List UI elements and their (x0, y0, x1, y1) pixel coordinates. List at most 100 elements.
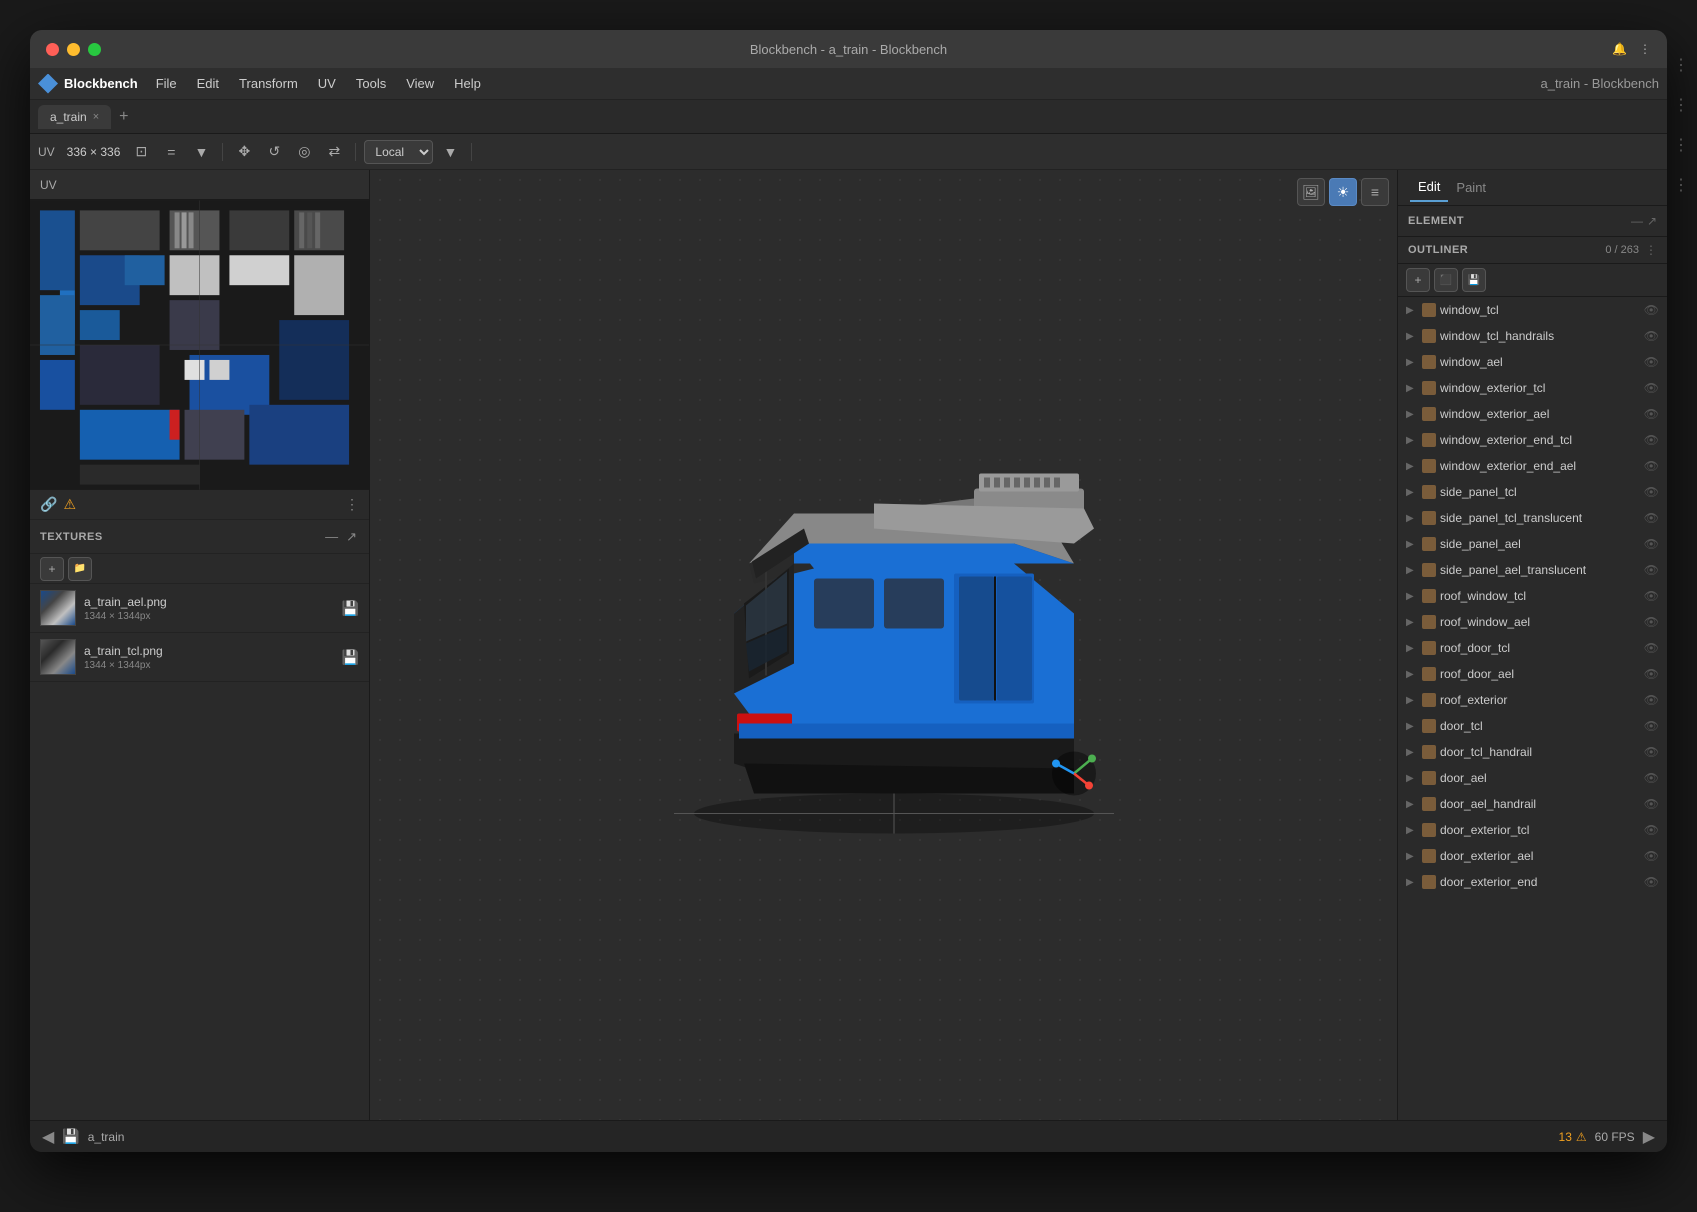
outliner-item-side-panel-ael[interactable]: ▶ side_panel_ael 👁 (1398, 531, 1667, 557)
eye-icon[interactable]: 👁 (1644, 641, 1659, 655)
menu-transform[interactable]: Transform (229, 72, 308, 95)
menu-file[interactable]: File (146, 72, 187, 95)
expand-icon[interactable]: ▶ (1406, 383, 1418, 394)
expand-icon[interactable]: ▶ (1406, 877, 1418, 888)
outliner-item-window-tcl-handrails[interactable]: ▶ window_tcl_handrails 👁 (1398, 323, 1667, 349)
save-outliner-btn[interactable]: 💾 (1462, 268, 1486, 292)
textures-expand-btn[interactable]: ↗ (344, 527, 359, 547)
mode-dropdown-icon[interactable]: ▼ (437, 139, 463, 165)
outliner-item-door-tcl-handrail[interactable]: ▶ door_tcl_handrail 👁 (1398, 739, 1667, 765)
expand-icon[interactable]: ▶ (1406, 331, 1418, 342)
element-collapse-btn[interactable]: — (1631, 214, 1643, 228)
menu-tools[interactable]: Tools (346, 72, 396, 95)
expand-icon[interactable]: ▶ (1406, 305, 1418, 316)
menu-help[interactable]: Help (444, 72, 491, 95)
image-view-btn[interactable]: 🖼 (1297, 178, 1325, 206)
outliner-item-side-panel-tcl-translucent[interactable]: ▶ side_panel_tcl_translucent 👁 (1398, 505, 1667, 531)
eye-icon[interactable]: 👁 (1644, 719, 1659, 733)
eye-icon[interactable]: 👁 (1644, 615, 1659, 629)
expand-icon[interactable]: ▶ (1406, 591, 1418, 602)
maximize-button[interactable] (88, 43, 101, 56)
expand-icon[interactable]: ▶ (1406, 851, 1418, 862)
expand-icon[interactable]: ▶ (1406, 357, 1418, 368)
outliner-item-roof-window-ael[interactable]: ▶ roof_window_ael 👁 (1398, 609, 1667, 635)
outliner-item-door-ael[interactable]: ▶ door_ael 👁 (1398, 765, 1667, 791)
outliner-item-window-ael[interactable]: ▶ window_ael 👁 (1398, 349, 1667, 375)
texture-item-tcl[interactable]: a_train_tcl.png 1344 × 1344px 💾 (30, 633, 369, 682)
add-texture-btn[interactable]: + (40, 557, 64, 581)
eye-icon[interactable]: 👁 (1644, 433, 1659, 447)
add-group-btn[interactable]: + (1406, 268, 1430, 292)
expand-icon[interactable]: ▶ (1406, 539, 1418, 550)
outliner-item-door-exterior-tcl[interactable]: ▶ door_exterior_tcl 👁 (1398, 817, 1667, 843)
expand-icon[interactable]: ▶ (1406, 825, 1418, 836)
expand-icon[interactable]: ▶ (1406, 695, 1418, 706)
texture-item-ael[interactable]: a_train_ael.png 1344 × 1344px 💾 (30, 584, 369, 633)
expand-icon[interactable]: ▶ (1406, 565, 1418, 576)
eye-icon[interactable]: 👁 (1644, 485, 1659, 499)
eye-icon[interactable]: 👁 (1644, 537, 1659, 551)
eye-icon[interactable]: 👁 (1644, 875, 1659, 889)
sun-view-btn[interactable]: ☀ (1329, 178, 1357, 206)
rotate-tool-icon[interactable]: ↺ (261, 139, 287, 165)
grid-view-btn[interactable]: ≡ (1361, 178, 1389, 206)
expand-icon[interactable]: ▶ (1406, 643, 1418, 654)
notification-icon[interactable]: 🔔 (1612, 42, 1627, 56)
menu-edit[interactable]: Edit (187, 72, 229, 95)
tab-edit[interactable]: Edit (1410, 173, 1448, 202)
resize-icon[interactable]: ⊡ (128, 139, 154, 165)
next-btn[interactable]: ▶ (1643, 1127, 1655, 1147)
load-texture-btn[interactable]: 📁 (68, 557, 92, 581)
outliner-item-side-panel-ael-translucent[interactable]: ▶ side_panel_ael_translucent 👁 (1398, 557, 1667, 583)
expand-icon[interactable]: ▶ (1406, 799, 1418, 810)
menu-view[interactable]: View (396, 72, 444, 95)
expand-icon[interactable]: ▶ (1406, 435, 1418, 446)
target-icon[interactable]: ◎ (291, 139, 317, 165)
eye-icon[interactable]: 👁 (1644, 381, 1659, 395)
menu-uv[interactable]: UV (308, 72, 346, 95)
expand-icon[interactable]: ▶ (1406, 669, 1418, 680)
eye-icon[interactable]: 👁 (1644, 459, 1659, 473)
outliner-item-roof-exterior[interactable]: ▶ roof_exterior 👁 (1398, 687, 1667, 713)
outliner-item-window-exterior-end-ael[interactable]: ▶ window_exterior_end_ael 👁 (1398, 453, 1667, 479)
expand-icon[interactable]: ▶ (1406, 409, 1418, 420)
warning-icon[interactable]: ⚠ (63, 496, 76, 513)
viewport[interactable]: 🖼 ☀ ≡ (370, 170, 1397, 1120)
prev-btn[interactable]: ◀ (42, 1127, 54, 1147)
element-more-btn[interactable]: ↗ (1647, 214, 1657, 228)
expand-icon[interactable]: ▶ (1406, 461, 1418, 472)
outliner-item-window-exterior-tcl[interactable]: ▶ window_exterior_tcl 👁 (1398, 375, 1667, 401)
eye-icon[interactable]: 👁 (1644, 693, 1659, 707)
outliner-item-door-tcl[interactable]: ▶ door_tcl 👁 (1398, 713, 1667, 739)
save-texture-tcl-btn[interactable]: 💾 (342, 649, 359, 666)
outliner-item-roof-door-tcl[interactable]: ▶ roof_door_tcl 👁 (1398, 635, 1667, 661)
tab-add-button[interactable]: + (119, 108, 128, 126)
outliner-item-window-tcl[interactable]: ▶ window_tcl 👁 (1398, 297, 1667, 323)
eye-icon[interactable]: 👁 (1644, 771, 1659, 785)
eye-icon[interactable]: 👁 (1644, 667, 1659, 681)
expand-icon[interactable]: ▶ (1406, 513, 1418, 524)
expand-icon[interactable]: ▶ (1406, 747, 1418, 758)
eye-icon[interactable]: 👁 (1644, 849, 1659, 863)
eye-icon[interactable]: 👁 (1644, 797, 1659, 811)
outliner-item-side-panel-tcl[interactable]: ▶ side_panel_tcl 👁 (1398, 479, 1667, 505)
outliner-item-door-exterior-end[interactable]: ▶ door_exterior_end 👁 (1398, 869, 1667, 895)
close-button[interactable] (46, 43, 59, 56)
outliner-item-roof-door-ael[interactable]: ▶ roof_door_ael 👁 (1398, 661, 1667, 687)
texture-more-icon[interactable]: ⋮ (345, 496, 359, 513)
outliner-item-window-exterior-ael[interactable]: ▶ window_exterior_ael 👁 (1398, 401, 1667, 427)
outliner-items[interactable]: ▶ window_tcl 👁 ▶ window_tcl_handrails 👁 … (1398, 297, 1667, 1120)
link-icon[interactable]: 🔗 (40, 496, 57, 513)
warning-indicator[interactable]: 13 ⚠ (1559, 1130, 1587, 1144)
eye-icon[interactable]: 👁 (1644, 563, 1659, 577)
add-cube-btn[interactable]: ⬛ (1434, 268, 1458, 292)
outliner-item-door-ael-handrail[interactable]: ▶ door_ael_handrail 👁 (1398, 791, 1667, 817)
tab-paint[interactable]: Paint (1448, 174, 1494, 201)
outliner-item-roof-window-tcl[interactable]: ▶ roof_window_tcl 👁 (1398, 583, 1667, 609)
outliner-item-door-exterior-ael[interactable]: ▶ door_exterior_ael 👁 (1398, 843, 1667, 869)
tab-close-button[interactable]: × (93, 111, 99, 123)
outliner-item-window-exterior-end-tcl[interactable]: ▶ window_exterior_end_tcl 👁 (1398, 427, 1667, 453)
expand-icon[interactable]: ▶ (1406, 487, 1418, 498)
mode-select[interactable]: Local Global (364, 140, 433, 164)
minimize-button[interactable] (67, 43, 80, 56)
